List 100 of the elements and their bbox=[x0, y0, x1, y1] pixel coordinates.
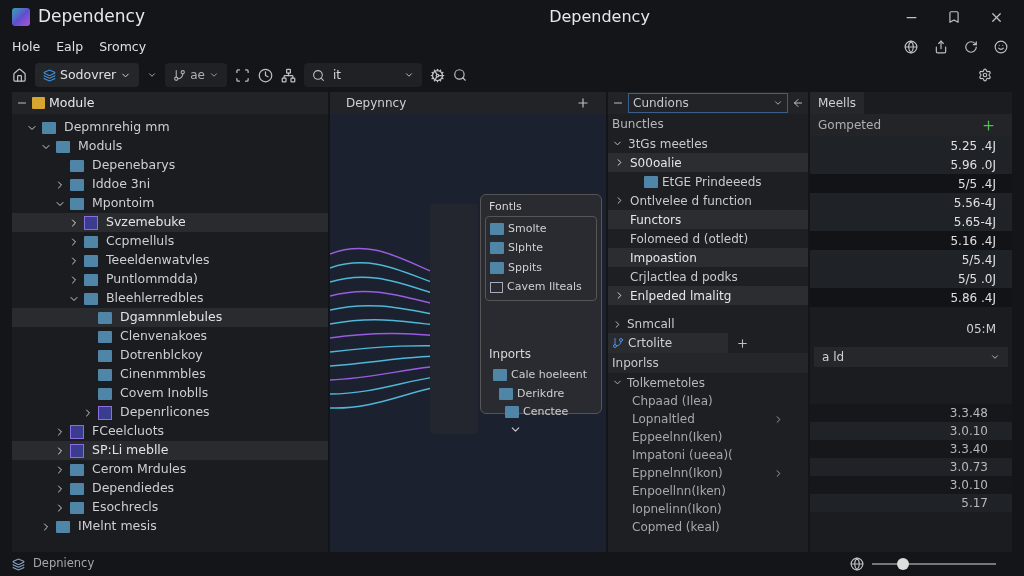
tree-item[interactable]: Dotrenblckoy bbox=[12, 346, 328, 365]
popup-item[interactable]: Smolte bbox=[490, 220, 592, 237]
tree-item[interactable]: SP:Li meblle bbox=[12, 441, 328, 460]
import-item[interactable]: Impatoni (ueea)( bbox=[608, 446, 808, 464]
import-item[interactable]: Chpaad (Ilea) bbox=[608, 392, 808, 410]
caret-icon[interactable] bbox=[404, 70, 414, 80]
refresh-icon[interactable] bbox=[964, 40, 978, 54]
import-item[interactable]: Derikdre bbox=[493, 385, 597, 402]
bookmark-icon[interactable] bbox=[947, 9, 961, 24]
tree-item[interactable]: Clenvenakoes bbox=[12, 327, 328, 346]
function-item[interactable]: EtGE Prindeeeds bbox=[608, 172, 808, 191]
import-item[interactable]: Copmed (keal) bbox=[608, 518, 808, 536]
tree-item[interactable]: Puntlommdda) bbox=[12, 270, 328, 289]
popup-item[interactable]: Sppits bbox=[490, 259, 592, 276]
function-item[interactable]: 3tGs meetles bbox=[608, 134, 808, 153]
home-icon[interactable] bbox=[12, 67, 27, 83]
project-dropdown[interactable]: Sodovrer bbox=[35, 63, 140, 87]
menu-item[interactable]: Sromcy bbox=[99, 37, 147, 57]
folder-icon bbox=[84, 292, 98, 305]
module-icon bbox=[84, 215, 98, 230]
tree-item[interactable]: Depenebarys bbox=[12, 156, 328, 175]
import-item[interactable]: Cenctee bbox=[493, 404, 597, 421]
caret-icon[interactable] bbox=[147, 70, 158, 80]
search-field[interactable]: it bbox=[304, 63, 422, 87]
tree-item[interactable]: IMelnt mesis bbox=[12, 517, 328, 536]
folder-icon bbox=[490, 242, 504, 255]
value-cell: 5/5 .0J bbox=[810, 269, 1012, 288]
clock-icon[interactable] bbox=[258, 67, 273, 83]
smiley-icon[interactable] bbox=[994, 40, 1008, 54]
module-icon bbox=[98, 405, 112, 420]
add-icon[interactable] bbox=[736, 336, 749, 350]
results-dropdown[interactable]: a ld bbox=[814, 347, 1008, 367]
document-title: Dependency bbox=[549, 6, 650, 28]
folder-icon bbox=[505, 406, 519, 419]
folder-icon bbox=[644, 175, 658, 188]
tree-item[interactable]: Dependiedes bbox=[12, 479, 328, 498]
function-item[interactable]: Enlpeded lmalitg bbox=[608, 286, 808, 305]
function-item[interactable]: Crjlactlea d podks bbox=[608, 267, 808, 286]
back-icon[interactable] bbox=[792, 97, 804, 109]
import-item[interactable]: Enpoellnn(Iken) bbox=[608, 482, 808, 500]
zoom-slider[interactable] bbox=[872, 558, 996, 570]
slider-thumb[interactable] bbox=[897, 558, 909, 570]
tree-item[interactable]: Esochrecls bbox=[12, 498, 328, 517]
import-item[interactable]: Eppnelnn(Ikon) bbox=[608, 464, 808, 482]
function-item[interactable]: Ontlvelee d function bbox=[608, 191, 808, 210]
share-icon[interactable] bbox=[934, 40, 948, 54]
import-item[interactable]: Lopnaltled bbox=[608, 410, 808, 428]
status-text: Depniency bbox=[33, 555, 95, 573]
value-cell: 5.65-4J bbox=[810, 212, 1012, 231]
panel-tab[interactable]: Depynncy bbox=[346, 94, 407, 112]
tree-item[interactable]: Depmnrehig mm bbox=[12, 118, 328, 137]
function-item[interactable]: Functors bbox=[608, 210, 808, 229]
tree-item[interactable]: Mpontoim bbox=[12, 194, 328, 213]
panel-tab[interactable]: Meells bbox=[810, 92, 865, 114]
function-item[interactable]: Impoastion bbox=[608, 248, 808, 267]
settings-icon[interactable] bbox=[978, 68, 992, 82]
value-cell: 3.0.73 bbox=[810, 458, 1012, 476]
folder-icon bbox=[70, 463, 84, 476]
tree-item[interactable]: Bleehlerredbles bbox=[12, 289, 328, 308]
caret-icon bbox=[209, 70, 219, 80]
tree-item[interactable]: Teeeldenwatvles bbox=[12, 251, 328, 270]
menu-item[interactable]: Ealp bbox=[56, 37, 84, 57]
tree-item[interactable]: Tolkemetoles bbox=[608, 373, 808, 392]
functions-dropdown[interactable]: Cundions bbox=[628, 93, 788, 113]
popup-tab[interactable]: Fontls bbox=[485, 199, 526, 216]
globe-icon[interactable] bbox=[904, 40, 918, 54]
tree-item[interactable]: Svzemebuke bbox=[12, 213, 328, 232]
tree-item[interactable]: Depenrlicones bbox=[12, 403, 328, 422]
folder-icon bbox=[56, 520, 70, 533]
globe-icon[interactable] bbox=[850, 557, 864, 571]
column-header: Gompeted bbox=[818, 117, 882, 134]
tree-item[interactable]: Cerom Mrdules bbox=[12, 460, 328, 479]
tree-item[interactable]: Moduls bbox=[12, 137, 328, 156]
add-icon[interactable] bbox=[981, 117, 996, 133]
function-item[interactable]: Folomeed d (otledt) bbox=[608, 229, 808, 248]
import-item[interactable]: Eppeelnn(Iken) bbox=[608, 428, 808, 446]
tree-item[interactable]: FCeelcluots bbox=[12, 422, 328, 441]
tree-item[interactable]: Iddoe 3ni bbox=[12, 175, 328, 194]
tree-item[interactable]: Dgamnmlebules bbox=[12, 308, 328, 327]
tree-item[interactable]: Covem Inoblls bbox=[12, 384, 328, 403]
gear-icon[interactable] bbox=[430, 67, 445, 83]
tree-item[interactable]: Ccpmelluls bbox=[12, 232, 328, 251]
add-icon[interactable] bbox=[576, 96, 590, 110]
panel-title: Module bbox=[49, 93, 95, 112]
window-title: Dependency bbox=[38, 5, 145, 29]
function-item[interactable]: S00oalie bbox=[608, 153, 808, 172]
popup-item[interactable]: Slphte bbox=[490, 240, 592, 257]
import-item[interactable]: Cale hoeleent bbox=[493, 367, 597, 384]
folder-icon bbox=[98, 387, 112, 400]
menu-item[interactable]: Hole bbox=[12, 37, 41, 57]
popup-item[interactable]: Cavem Ilteals bbox=[490, 279, 592, 296]
tree-item[interactable]: Cinenmmbles bbox=[12, 365, 328, 384]
section-title: Inporlss bbox=[608, 353, 808, 373]
branch-dropdown[interactable]: ae bbox=[165, 63, 227, 87]
branch-icon bbox=[173, 68, 187, 82]
function-item[interactable]: Snmcall bbox=[608, 315, 808, 333]
search-icon[interactable] bbox=[453, 68, 467, 82]
panel-tab[interactable]: Crtolite bbox=[608, 333, 728, 353]
target-icon[interactable] bbox=[235, 67, 250, 83]
import-item[interactable]: Iopnelinn(Ikon) bbox=[608, 500, 808, 518]
